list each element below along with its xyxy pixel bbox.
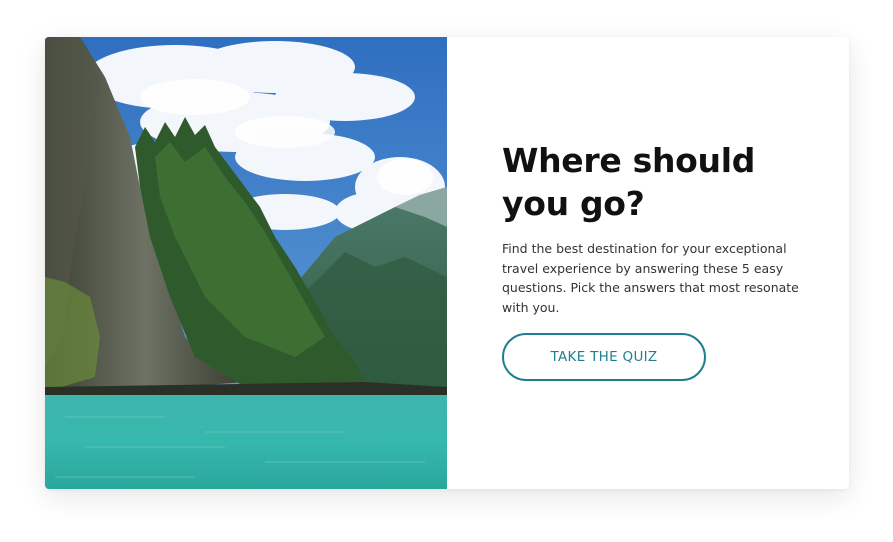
take-quiz-button[interactable]: TAKE THE QUIZ [502,333,706,381]
fjord-landscape-photo [45,37,447,489]
promo-title: Where should you go? [502,141,756,223]
quiz-promo-card: Where should you go? Find the best desti… [45,37,849,489]
promo-content: Where should you go? Find the best desti… [502,139,802,381]
promo-description: Find the best destination for your excep… [502,241,799,315]
